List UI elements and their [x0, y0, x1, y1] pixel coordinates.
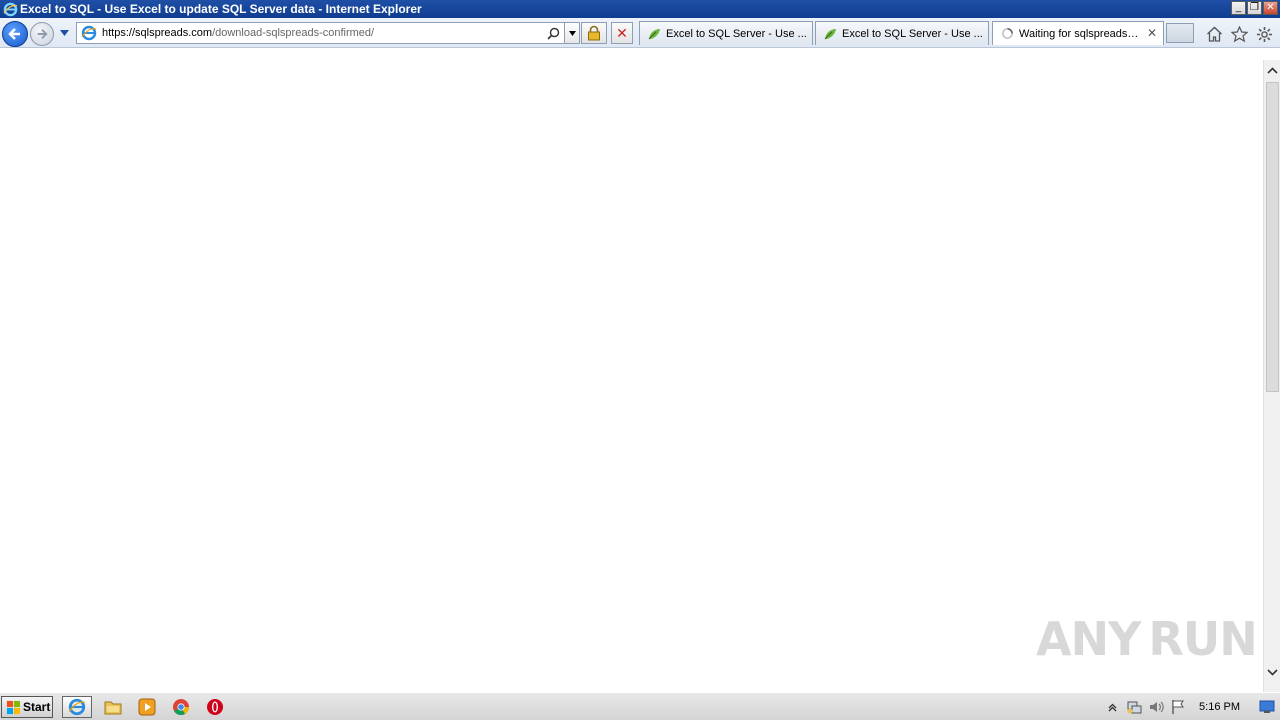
window-controls: _ ❐ ✕: [1231, 1, 1278, 15]
tab-2[interactable]: Excel to SQL Server - Use ...: [815, 21, 989, 45]
watermark-text-right: RUN: [1148, 612, 1257, 666]
chevron-down-icon: [1266, 668, 1278, 676]
chevron-up-icon: [1266, 66, 1278, 74]
taskbar-file-explorer[interactable]: [98, 696, 128, 718]
new-tab-button[interactable]: [1166, 23, 1194, 43]
scroll-up-button[interactable]: [1264, 60, 1280, 80]
loading-spinner-icon: [999, 26, 1015, 42]
tab-label: Waiting for sqlspreads.com...: [1019, 27, 1141, 40]
page-content: [0, 49, 1263, 692]
anyrun-watermark: ANY RUN: [1036, 608, 1258, 670]
watermark-text-left: ANY: [1036, 612, 1141, 666]
close-button[interactable]: ✕: [1263, 1, 1278, 15]
tab-close-button[interactable]: ✕: [1145, 26, 1159, 40]
show-hidden-icons-icon[interactable]: [1101, 696, 1123, 718]
url-text: https://sqlspreads.com/download-sqlsprea…: [102, 27, 375, 39]
forward-button[interactable]: [30, 22, 54, 46]
system-tray: 5:16 PM: [1101, 693, 1280, 721]
taskbar-internet-explorer[interactable]: [62, 696, 92, 718]
navigation-bar: https://sqlspreads.com/download-sqlsprea…: [0, 18, 1280, 48]
chrome-icon: [173, 699, 190, 716]
internet-explorer-icon: [2, 1, 18, 17]
close-icon: ✕: [616, 24, 628, 41]
internet-explorer-icon: [68, 698, 86, 716]
volume-icon[interactable]: [1145, 696, 1167, 718]
title-bar: Excel to SQL - Use Excel to update SQL S…: [0, 0, 1280, 18]
taskbar: Start 5:16 PM: [0, 692, 1280, 720]
clock[interactable]: 5:16 PM: [1199, 701, 1240, 713]
tab-3-active[interactable]: Waiting for sqlspreads.com... ✕: [992, 21, 1164, 45]
start-button[interactable]: Start: [1, 696, 53, 718]
arrow-left-icon: [8, 28, 20, 40]
home-icon[interactable]: [1205, 25, 1223, 43]
tab-label: Excel to SQL Server - Use ...: [842, 27, 983, 40]
action-center-flag-icon[interactable]: [1167, 696, 1189, 718]
opera-icon: [207, 699, 223, 715]
taskbar-chrome[interactable]: [166, 696, 196, 718]
folder-icon: [104, 701, 122, 715]
windows-logo-icon: [5, 699, 21, 715]
minimize-button[interactable]: _: [1231, 1, 1246, 15]
vertical-scrollbar[interactable]: [1263, 60, 1280, 692]
arrow-right-icon: [37, 29, 48, 39]
restore-button[interactable]: ❐: [1247, 1, 1262, 15]
scroll-down-button[interactable]: [1264, 662, 1280, 682]
gear-icon[interactable]: [1255, 25, 1273, 43]
address-bar[interactable]: https://sqlspreads.com/download-sqlsprea…: [76, 22, 580, 44]
media-player-icon: [138, 698, 156, 716]
scroll-thumb[interactable]: [1266, 82, 1279, 392]
taskbar-media-player[interactable]: [132, 696, 162, 718]
tab-1[interactable]: Excel to SQL Server - Use ...: [639, 21, 813, 45]
favorites-star-icon[interactable]: [1230, 25, 1248, 43]
window-title: Excel to SQL - Use Excel to update SQL S…: [20, 2, 422, 16]
network-icon[interactable]: [1123, 696, 1145, 718]
stop-button[interactable]: ✕: [611, 22, 633, 44]
back-button[interactable]: [2, 21, 28, 47]
history-dropdown-button[interactable]: [58, 27, 70, 39]
show-desktop-icon[interactable]: [1258, 698, 1276, 716]
chevron-down-icon: [568, 30, 576, 36]
page-ie-icon: [80, 24, 98, 42]
address-dropdown-button[interactable]: [564, 23, 579, 43]
tab-label: Excel to SQL Server - Use ...: [666, 27, 807, 40]
search-icon[interactable]: [545, 25, 561, 41]
sqlspreads-leaf-icon: [822, 26, 838, 42]
lock-icon: [588, 25, 600, 41]
start-label: Start: [23, 700, 51, 714]
taskbar-opera[interactable]: [200, 696, 230, 718]
security-lock-button[interactable]: [581, 22, 607, 44]
sqlspreads-leaf-icon: [646, 26, 662, 42]
chevron-down-icon: [59, 30, 69, 36]
